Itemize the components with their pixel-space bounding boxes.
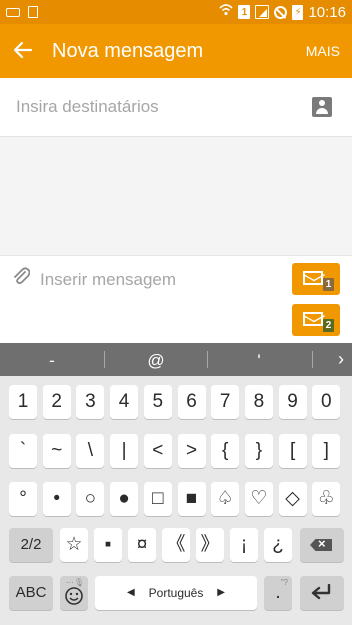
key-row2[interactable]: }: [244, 434, 273, 468]
send-message-icon: [303, 312, 323, 326]
sim-badge: 2: [323, 319, 334, 332]
language-right-icon: ▶: [217, 587, 225, 598]
sim-icon: 1: [238, 5, 251, 19]
backspace-icon: [310, 539, 332, 551]
space-key[interactable]: ◀ Português ▶: [95, 576, 257, 610]
key-row4[interactable]: 《: [162, 528, 190, 562]
compose-bar: Inserir mensagem 1 2: [0, 255, 352, 344]
key-row2[interactable]: |: [110, 434, 139, 468]
key-row1[interactable]: 7: [211, 385, 240, 419]
key-row1[interactable]: 3: [76, 385, 105, 419]
page-title: Nova mensagem: [52, 39, 204, 62]
contact-icon[interactable]: [312, 97, 332, 117]
arrow-left-icon: [13, 38, 33, 64]
back-button[interactable]: [0, 24, 46, 78]
key-row1[interactable]: 5: [143, 385, 172, 419]
key-row3[interactable]: □: [143, 482, 172, 516]
message-input[interactable]: Inserir mensagem: [40, 270, 176, 290]
sim-badge: 1: [323, 278, 334, 291]
suggestion-item[interactable]: -: [0, 343, 104, 376]
language-label: Português: [148, 586, 204, 600]
key-row4[interactable]: ▪: [94, 528, 122, 562]
suggestion-item[interactable]: @: [105, 343, 207, 376]
key-row1[interactable]: 0: [312, 385, 341, 419]
send-sim2-button[interactable]: 2: [292, 304, 340, 336]
key-row4[interactable]: 》: [196, 528, 224, 562]
key-row1[interactable]: 2: [42, 385, 71, 419]
delete-key[interactable]: [300, 528, 344, 562]
key-row3[interactable]: •: [42, 482, 71, 516]
enter-icon: [310, 583, 332, 600]
key-row2[interactable]: >: [177, 434, 206, 468]
key-row3[interactable]: ♡: [244, 482, 273, 516]
paperclip-icon[interactable]: [12, 266, 31, 286]
key-row2[interactable]: \: [76, 434, 105, 468]
key-row3[interactable]: ◇: [278, 482, 307, 516]
emoji-key[interactable]: ⋯🎙: [60, 576, 88, 610]
recipients-placeholder[interactable]: Insira destinatários: [16, 97, 159, 117]
key-row1[interactable]: 8: [244, 385, 273, 419]
key-row3[interactable]: ♧: [312, 482, 341, 516]
key-row2[interactable]: <: [143, 434, 172, 468]
language-left-icon: ◀: [127, 587, 135, 598]
suggestion-item[interactable]: ': [208, 343, 310, 376]
key-row2[interactable]: `: [9, 434, 37, 468]
conversation-area: [0, 137, 352, 255]
key-row2[interactable]: ~: [42, 434, 71, 468]
app-bar: Nova mensagem MAIS: [0, 24, 352, 78]
document-icon: [28, 6, 38, 18]
key-row1[interactable]: 4: [110, 385, 139, 419]
clock: 10:16: [308, 3, 346, 21]
key-row3[interactable]: °: [9, 482, 37, 516]
enter-key[interactable]: [300, 576, 344, 610]
key-row4[interactable]: ¿: [264, 528, 292, 562]
status-bar: 1 10:16: [0, 0, 352, 24]
key-row2[interactable]: {: [211, 434, 240, 468]
send-sim1-button[interactable]: 1: [292, 263, 340, 295]
key-row1[interactable]: 1: [9, 385, 37, 419]
key-row4[interactable]: ¤: [128, 528, 156, 562]
recipients-field[interactable]: Insira destinatários: [0, 78, 352, 137]
key-row2[interactable]: ]: [312, 434, 341, 468]
key-row2[interactable]: [: [278, 434, 307, 468]
send-message-icon: [303, 271, 323, 285]
key-row3[interactable]: ♤: [211, 482, 240, 516]
blocked-icon: [274, 5, 288, 19]
wifi-call-icon: [219, 3, 234, 21]
keyboard-icon: [6, 7, 20, 17]
key-row3[interactable]: ■: [177, 482, 206, 516]
key-row3[interactable]: ●: [110, 482, 139, 516]
key-row1[interactable]: 6: [177, 385, 206, 419]
signal-icon: [255, 5, 270, 19]
keyboard: - @ ' › 1 2 3 4 5 6 7 8 9 0 ` ~ \ | < >{}[] ° • ○ ● □ ■ ♤ ♡ ◇ ♧ ☆ ▪…: [0, 343, 352, 625]
key-row4[interactable]: ☆: [60, 528, 88, 562]
suggestion-expand-button[interactable]: ›: [338, 343, 344, 376]
key-row4[interactable]: ¡: [230, 528, 258, 562]
period-key[interactable]: "? .: [264, 576, 292, 610]
battery-charging-icon: [292, 4, 304, 20]
abc-key[interactable]: ABC: [9, 576, 53, 610]
suggestion-bar: - @ ' ›: [0, 343, 352, 376]
more-button[interactable]: MAIS: [306, 43, 340, 59]
key-row1[interactable]: 9: [278, 385, 307, 419]
key-row3[interactable]: ○: [76, 482, 105, 516]
page-toggle-key[interactable]: 2/2: [9, 528, 53, 562]
